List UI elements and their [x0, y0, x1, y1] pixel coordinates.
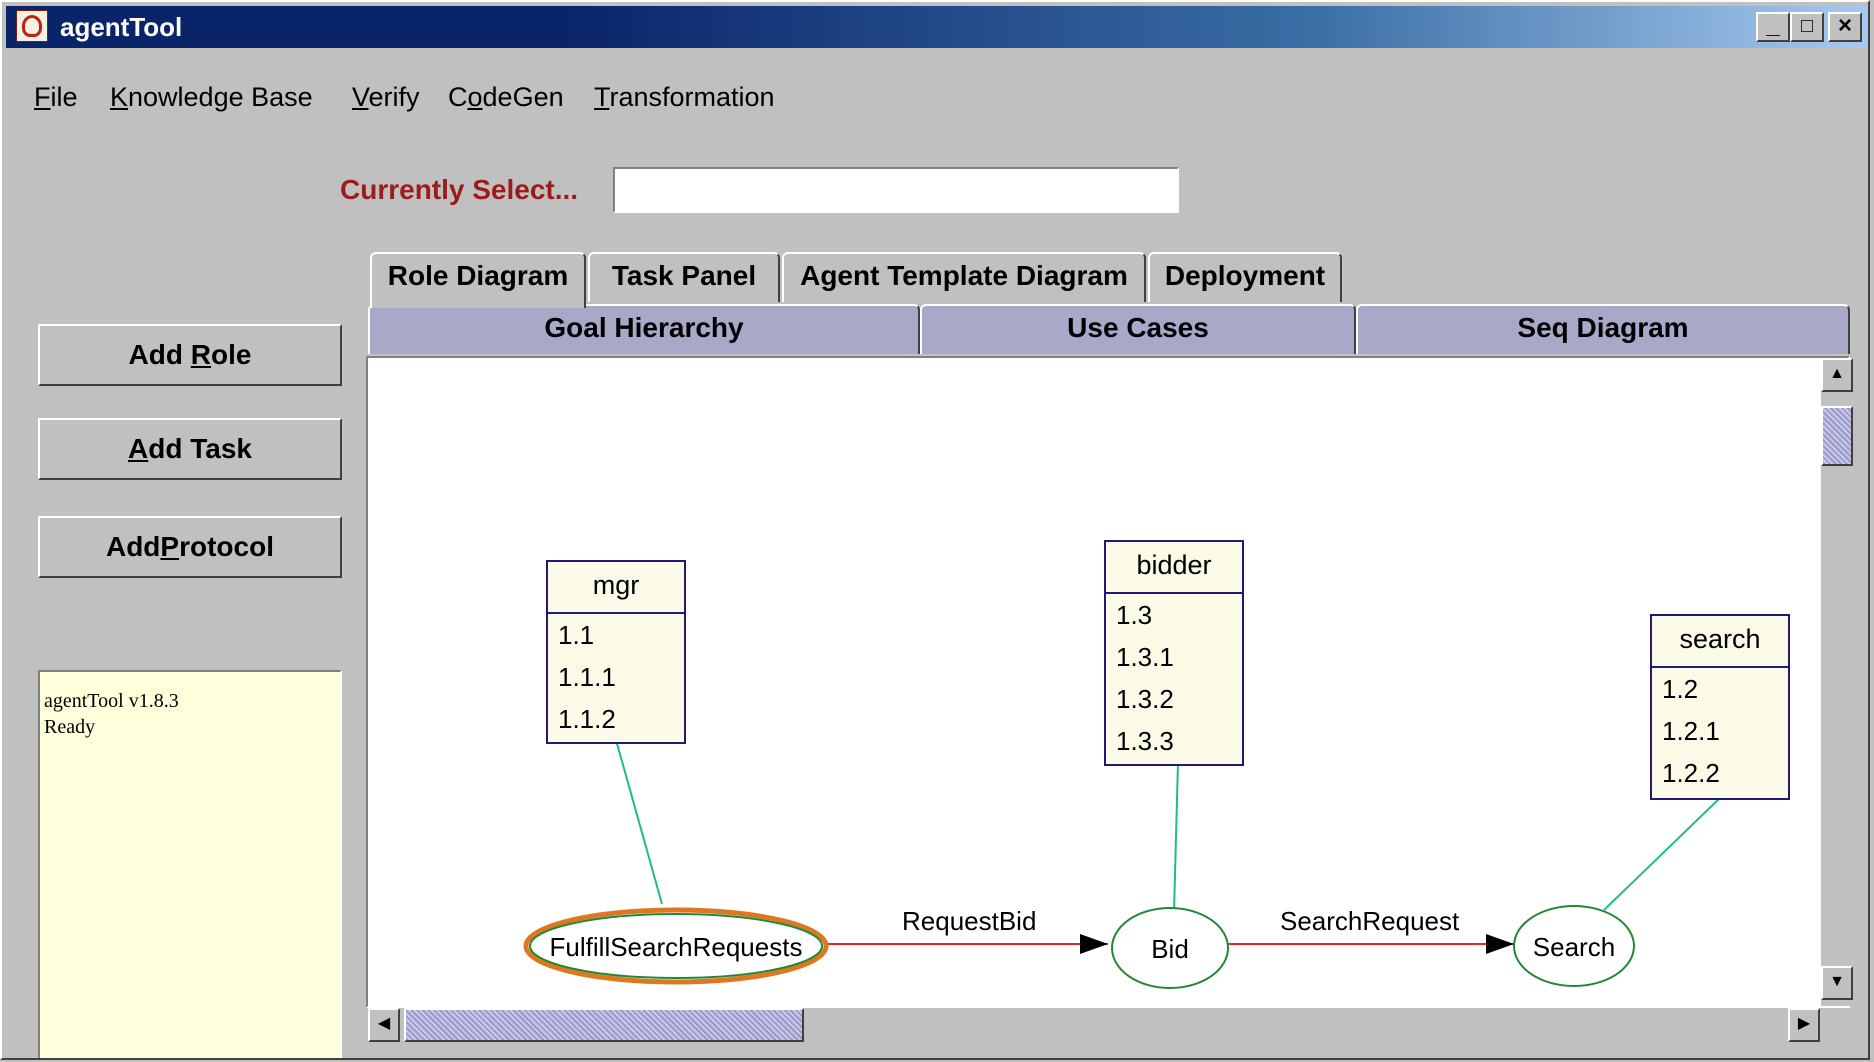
app-window: agentTool _ □ × File Knowledge Base Veri… [0, 0, 1870, 1060]
menu-knowledge-base[interactable]: Knowledge Base [110, 82, 313, 113]
tab-agent-template-diagram[interactable]: Agent Template Diagram [782, 252, 1146, 302]
role-diagram-canvas[interactable]: RequestBid SearchRequest FulfillSearchRe… [366, 356, 1850, 1008]
role-goal: 1.2 [1662, 674, 1699, 704]
currently-selected-label: Currently Select... [340, 174, 579, 205]
role-search[interactable]: search 1.2 1.2.1 1.2.2 [1650, 614, 1790, 800]
link-bidder-task [1173, 761, 1179, 913]
role-mgr-name: mgr [548, 562, 684, 614]
role-goal: 1.1 [558, 620, 595, 650]
menu-bar: File Knowledge Base Verify CodeGen Trans… [6, 80, 1866, 120]
currently-selected-field[interactable] [613, 167, 1179, 213]
role-goal: 1.3.2 [1116, 684, 1174, 714]
arrow-requestbid [1080, 934, 1108, 954]
role-goal: 1.1.1 [558, 662, 616, 692]
tab-use-cases[interactable]: Use Cases [920, 304, 1356, 354]
role-goal: 1.2.1 [1662, 716, 1720, 746]
scroll-down-button[interactable]: ▼ [1821, 966, 1853, 1000]
menu-file[interactable]: File [34, 82, 78, 113]
horizontal-scroll-thumb[interactable] [404, 1008, 804, 1042]
task-search-label: Search [1533, 932, 1615, 962]
tab-seq-diagram[interactable]: Seq Diagram [1356, 304, 1850, 354]
add-role-button[interactable]: Add Role [38, 324, 342, 386]
protocol-requestbid-label: RequestBid [902, 906, 1036, 936]
tab-deployment[interactable]: Deployment [1148, 252, 1342, 302]
scroll-up-button[interactable]: ▲ [1821, 358, 1853, 392]
role-goal: 1.2.2 [1662, 758, 1720, 788]
tab-task-panel[interactable]: Task Panel [588, 252, 780, 302]
add-task-button[interactable]: Add Task [38, 418, 342, 480]
close-button[interactable]: × [1828, 12, 1862, 42]
title-bar[interactable]: agentTool _ □ × [6, 6, 1868, 48]
maximize-button[interactable]: □ [1790, 12, 1824, 42]
window-title: agentTool [60, 12, 183, 42]
menu-verify[interactable]: Verify [352, 82, 420, 113]
protocol-searchrequest-label: SearchRequest [1280, 906, 1460, 936]
link-search-task [1603, 795, 1723, 911]
role-mgr[interactable]: mgr 1.1 1.1.1 1.1.2 [546, 560, 686, 744]
horizontal-scrollbar[interactable]: ◀ ▶ [368, 1008, 1820, 1042]
minimize-button[interactable]: _ [1756, 12, 1790, 42]
log-status-line: Ready [44, 716, 96, 738]
task-bid-label: Bid [1151, 934, 1189, 964]
role-goal: 1.3 [1116, 600, 1153, 630]
role-bidder[interactable]: bidder 1.3 1.3.1 1.3.2 1.3.3 [1104, 540, 1244, 766]
task-fulfillsearchrequests-label: FulfillSearchRequests [550, 932, 803, 962]
arrow-searchrequest [1486, 934, 1514, 954]
menu-codegen[interactable]: CodeGen [448, 82, 564, 113]
log-version-line: agentTool v1.8.3 [44, 690, 179, 712]
link-mgr-task [615, 739, 663, 905]
role-bidder-name: bidder [1106, 542, 1242, 594]
tab-role-diagram[interactable]: Role Diagram [370, 252, 586, 308]
tab-goal-hierarchy[interactable]: Goal Hierarchy [368, 304, 920, 354]
add-protocol-button[interactable]: AddProtocol [38, 516, 342, 578]
role-goal: 1.3.1 [1116, 642, 1174, 672]
menu-transformation[interactable]: Transformation [594, 82, 775, 113]
role-search-name: search [1652, 616, 1788, 668]
scroll-left-button[interactable]: ◀ [368, 1008, 400, 1042]
vertical-scrollbar[interactable]: ▲ ▼ [1820, 358, 1853, 1006]
role-goal: 1.3.3 [1116, 726, 1174, 756]
scroll-right-button[interactable]: ▶ [1788, 1008, 1820, 1042]
role-goal: 1.1.2 [558, 704, 616, 734]
status-log: agentTool v1.8.3 Ready [38, 670, 342, 1058]
vertical-scroll-thumb[interactable] [1821, 406, 1853, 466]
agenttool-app-icon [16, 10, 48, 42]
